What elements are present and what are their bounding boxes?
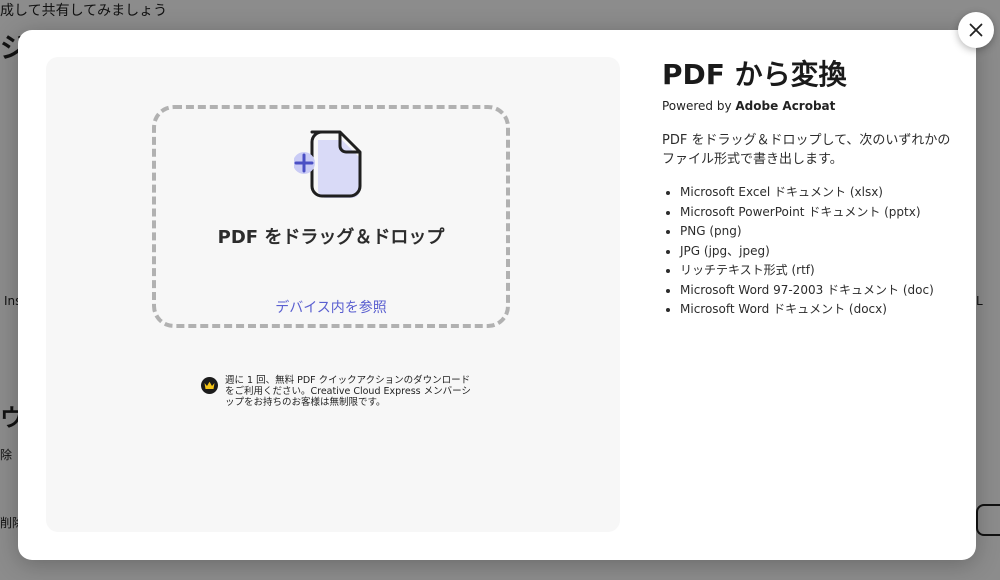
upload-panel: PDF をドラッグ＆ドロップ デバイス内を参照 週に 1 回、無料 PDF クイ…	[46, 57, 620, 532]
dropzone-title: PDF をドラッグ＆ドロップ	[217, 227, 445, 248]
format-item-png: PNG (png)	[680, 222, 962, 242]
close-button[interactable]	[958, 12, 994, 48]
powered-by-brand: Adobe Acrobat	[735, 99, 836, 113]
convert-pdf-dialog: PDF をドラッグ＆ドロップ デバイス内を参照 週に 1 回、無料 PDF クイ…	[18, 30, 976, 560]
powered-by-prefix: Powered by	[662, 99, 736, 113]
format-item-jpg: JPG (jpg、jpeg)	[680, 242, 962, 262]
browse-device-link[interactable]: デバイス内を参照	[156, 297, 506, 317]
format-item-pptx: Microsoft PowerPoint ドキュメント (pptx)	[680, 203, 962, 223]
crown-icon	[201, 377, 218, 394]
info-panel: PDF から変換 Powered by Adobe Acrobat PDF をド…	[662, 57, 962, 320]
format-item-docx: Microsoft Word ドキュメント (docx)	[680, 300, 962, 320]
dialog-description: PDF をドラッグ＆ドロップして、次のいずれかのファイル形式で書き出します。	[662, 133, 951, 167]
format-item-doc: Microsoft Word 97-2003 ドキュメント (doc)	[680, 281, 962, 301]
format-item-xlsx: Microsoft Excel ドキュメント (xlsx)	[680, 183, 962, 203]
dialog-title: PDF から変換	[662, 58, 847, 91]
usage-notice-text: 週に 1 回、無料 PDF クイックアクションのダウンロードをご利用ください。C…	[225, 375, 471, 408]
close-icon	[969, 23, 983, 37]
pdf-dropzone[interactable]: PDF をドラッグ＆ドロップ デバイス内を参照	[152, 105, 510, 328]
powered-by: Powered by Adobe Acrobat	[662, 99, 962, 113]
format-list: Microsoft Excel ドキュメント (xlsx) Microsoft …	[662, 183, 962, 320]
format-item-rtf: リッチテキスト形式 (rtf)	[680, 261, 962, 281]
file-add-icon	[294, 130, 362, 198]
